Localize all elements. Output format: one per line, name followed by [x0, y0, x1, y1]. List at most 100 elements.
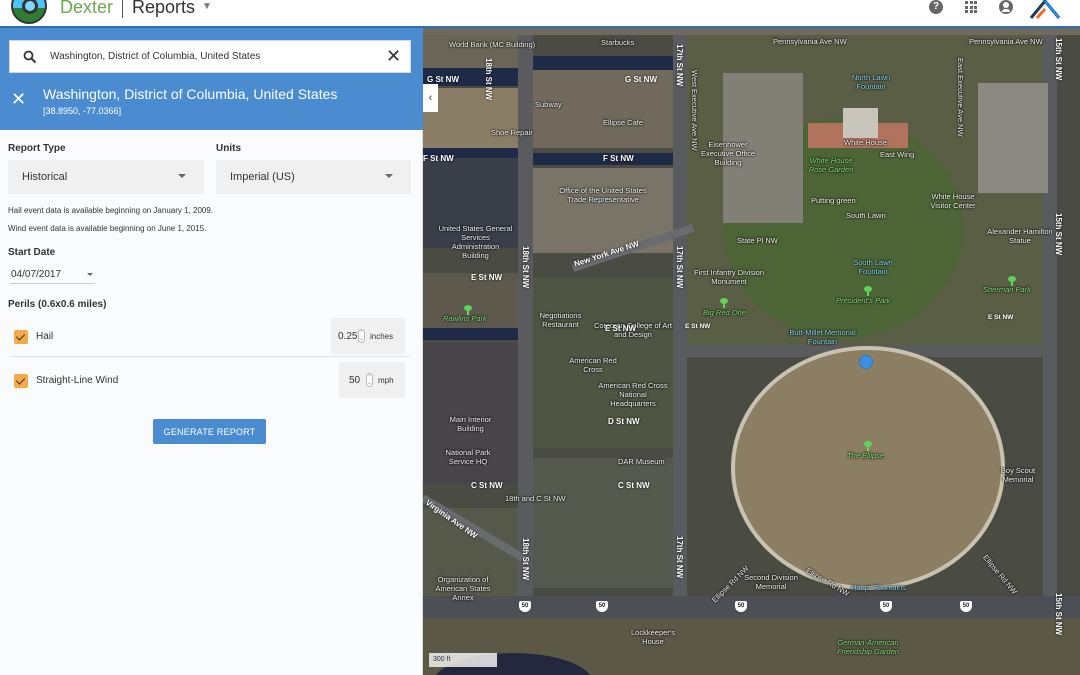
help-icon[interactable]: ?	[929, 0, 943, 14]
fountain-label[interactable]: Butt-Millet Memorial Fountain	[785, 328, 860, 346]
search-input[interactable]	[50, 51, 370, 62]
generate-report-button[interactable]: GENERATE REPORT	[153, 419, 266, 444]
street-label: 17th St NW	[675, 536, 684, 579]
start-date-value: 04/07/2017	[11, 269, 62, 280]
apps-grid-icon[interactable]	[964, 0, 978, 14]
street-label: E St NW	[685, 323, 711, 330]
search-box: ✕	[9, 40, 411, 73]
wind-threshold-input[interactable]: 50	[349, 375, 360, 386]
map-label[interactable]: Office of the United States Trade Repres…	[558, 186, 648, 204]
street-label: 15th St NW	[1054, 213, 1063, 256]
map-scale-bar: 300 ft	[429, 653, 497, 667]
map-label[interactable]: Main Interior Building	[443, 415, 498, 433]
search-icon	[23, 50, 37, 64]
wind-threshold-box: 50 ⌃ ⌄ mph	[339, 362, 405, 398]
map-label[interactable]: Starbucks	[601, 38, 634, 47]
map-label[interactable]: Putting green	[811, 196, 856, 205]
park-icon	[864, 441, 872, 451]
chevron-down-icon[interactable]: ▼	[202, 1, 212, 12]
location-coordinates: [38.8950, -77.0366]	[43, 106, 122, 116]
peril-label: Hail	[36, 331, 54, 342]
report-type-value: Historical	[22, 171, 68, 183]
chevron-down-icon	[87, 273, 93, 276]
map-label[interactable]: South Lawn	[846, 211, 886, 220]
clear-search-icon[interactable]: ✕	[386, 47, 401, 65]
brand-name: Dexter	[60, 0, 114, 17]
map-label[interactable]: World Bank (MC Building)	[449, 40, 535, 49]
wind-availability-note: Wind event data is available beginning o…	[8, 224, 207, 233]
map-label[interactable]: United States General Services Administr…	[438, 224, 513, 260]
map-label[interactable]: Eisenhower Executive Office Building	[693, 140, 763, 167]
fountain-label[interactable]: North Lawn Fountain	[841, 73, 901, 91]
fountain-label[interactable]: Haupt Fountains	[851, 583, 906, 592]
map-label[interactable]: Second Division Memorial	[741, 573, 801, 591]
park-label[interactable]: Rawlins Park	[443, 314, 487, 323]
map-label[interactable]: DAR Museum	[618, 457, 665, 466]
map-label[interactable]: 18th and C St NW	[505, 494, 565, 503]
start-date-label: Start Date	[8, 247, 56, 258]
dexter-logo-icon	[11, 0, 47, 24]
brand-divider	[122, 0, 123, 18]
units-select[interactable]: Imperial (US)	[216, 160, 411, 194]
street-label: C St NW	[618, 481, 650, 490]
map-label[interactable]: Ellipse Cafe	[603, 118, 643, 127]
map-label[interactable]: White House Visitor Center	[923, 192, 983, 210]
report-type-select[interactable]: Historical	[8, 160, 204, 194]
wind-checkbox[interactable]	[14, 374, 28, 388]
start-date-picker[interactable]: 04/07/2017	[10, 266, 95, 284]
street-label: 17th St NW	[675, 44, 684, 87]
chevron-down-icon	[385, 174, 393, 178]
chevron-down-icon	[178, 174, 186, 178]
street-label: 15th St NW	[1054, 38, 1063, 81]
satellite-map[interactable]: World Bank (MC Building) Starbucks Subwa…	[423, 28, 1080, 675]
park-icon	[1008, 276, 1016, 286]
street-label: F St NW	[603, 154, 634, 163]
street-label: 17th St NW	[675, 246, 684, 289]
units-label: Units	[216, 143, 241, 154]
map-label[interactable]: American Red Cross	[568, 356, 618, 374]
street-label: Pennsylvania Ave NW	[969, 37, 1043, 46]
map-label[interactable]: American Red Cross National Headquarters	[598, 381, 668, 408]
map-label[interactable]: Organization of American States Annex	[433, 575, 493, 602]
park-icon	[864, 286, 872, 296]
street-label: E St NW	[471, 273, 503, 282]
street-label: East Executive Ave NW	[956, 58, 965, 137]
park-label[interactable]: German-American Friendship Garden	[833, 638, 903, 656]
fountain-label[interactable]: South Lawn Fountain	[843, 258, 903, 276]
street-label: F St NW	[423, 154, 454, 163]
close-location-icon[interactable]: ✕	[11, 90, 26, 108]
map-label[interactable]: Alexander Hamilton Statue	[985, 227, 1055, 245]
hail-stepper[interactable]: ⌃ ⌄	[358, 329, 365, 343]
street-label: C St NW	[471, 481, 503, 490]
hail-checkbox[interactable]	[14, 330, 28, 344]
wind-stepper[interactable]: ⌃ ⌄	[366, 373, 373, 387]
hail-availability-note: Hail event data is available beginning o…	[8, 206, 214, 215]
app-switcher[interactable]: Reports	[132, 0, 195, 18]
map-label[interactable]: Lockkeeper's House	[628, 628, 678, 646]
location-title: Washington, District of Columbia, United…	[43, 86, 338, 102]
perils-label: Perils (0.6x0.6 miles)	[8, 299, 107, 310]
map-label[interactable]: Boy Scout Memorial	[993, 466, 1043, 484]
map-label[interactable]: East Wing	[880, 150, 914, 159]
park-label[interactable]: President's Park	[836, 296, 890, 305]
hail-threshold-input[interactable]: 0.25	[338, 331, 357, 342]
map-label[interactable]: National Park Service HQ	[438, 448, 498, 466]
map-label[interactable]: Shoe Repair	[491, 128, 533, 137]
map-label[interactable]: Negotiations Restaurant	[533, 311, 588, 329]
map-label[interactable]: Subway	[535, 100, 562, 109]
company-logo-icon[interactable]	[1028, 0, 1062, 20]
park-label[interactable]: The Ellipse	[847, 451, 884, 460]
park-label[interactable]: Sherman Park	[983, 285, 1031, 294]
peril-row-hail: Hail 0.25 ⌃ ⌄ inches	[8, 318, 408, 354]
hail-unit: inches	[370, 332, 394, 341]
collapse-sidebar-button[interactable]: ‹	[423, 84, 438, 112]
hail-threshold-box: 0.25 ⌃ ⌄ inches	[331, 318, 405, 354]
park-icon	[464, 305, 472, 315]
park-label[interactable]: White House Rose Garden	[801, 156, 861, 174]
location-pin-icon[interactable]	[859, 355, 873, 369]
account-icon[interactable]	[999, 0, 1013, 14]
peril-divider	[11, 356, 409, 357]
park-label[interactable]: Big Red One	[703, 308, 746, 317]
map-label[interactable]: First Infantry Division Monument	[689, 268, 769, 286]
map-label[interactable]: White House	[844, 138, 887, 147]
